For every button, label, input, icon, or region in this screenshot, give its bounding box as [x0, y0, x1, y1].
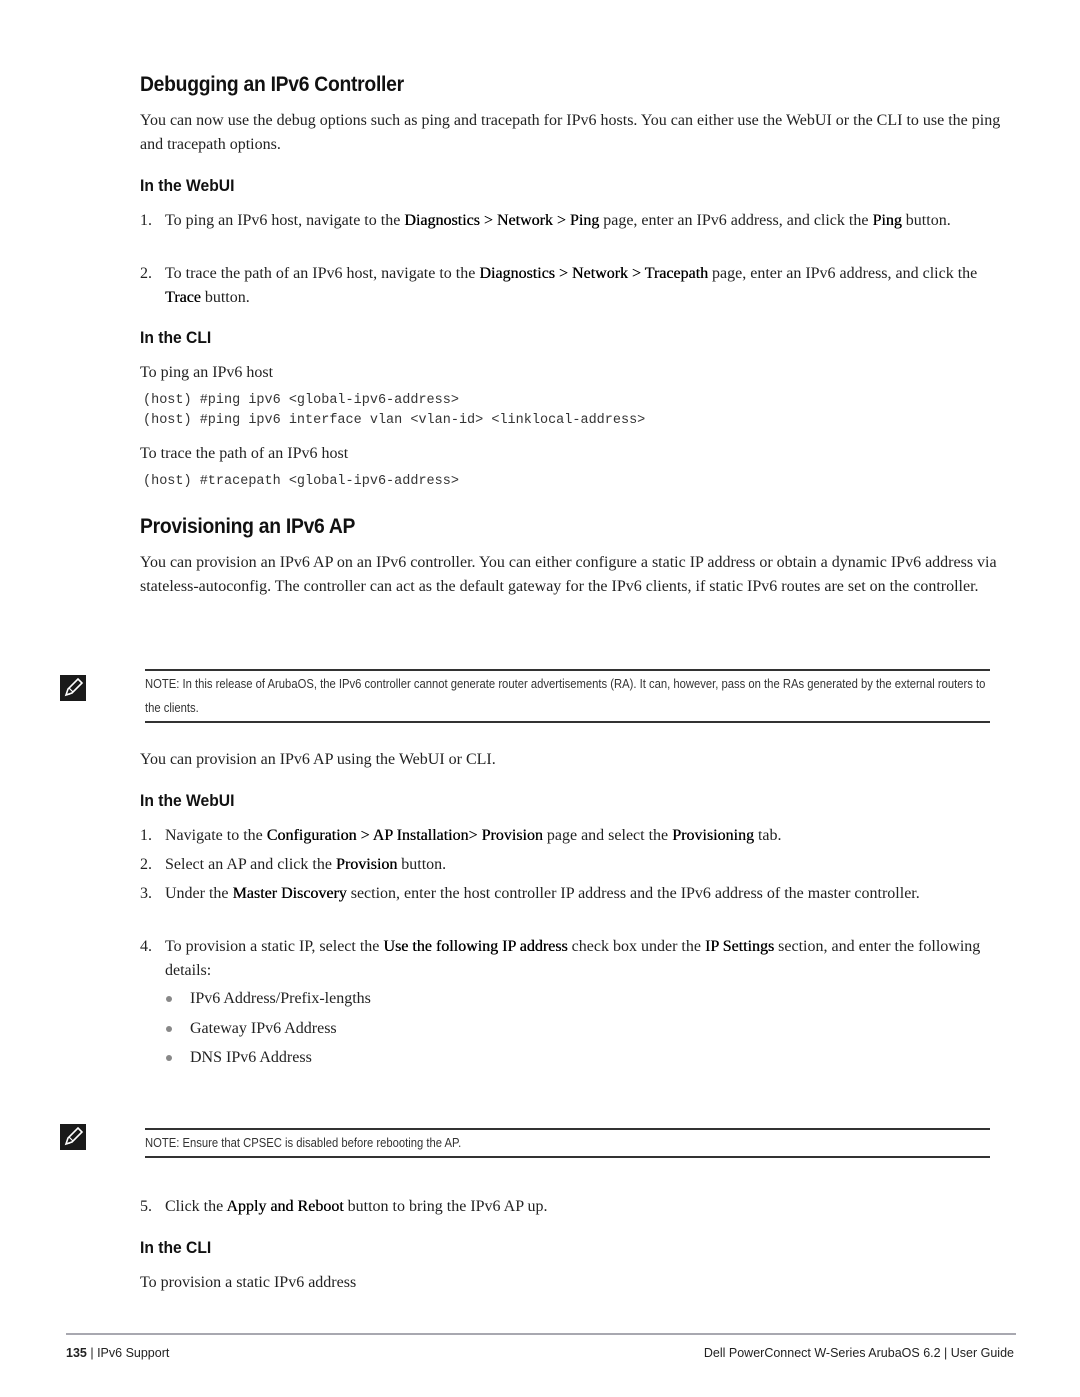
note-text: NOTE: Ensure that CPSEC is disabled befo…	[145, 1136, 462, 1150]
note-box-cpsec: NOTE: Ensure that CPSEC is disabled befo…	[145, 1128, 990, 1158]
subheading-cli-debug: In the CLI	[140, 328, 212, 347]
step-text: To trace the path of an IPv6 host, navig…	[165, 265, 480, 282]
step-number: 1.	[140, 827, 152, 844]
bullet-icon	[166, 996, 172, 1002]
static-address-label: To provision a static IPv6 address	[140, 1274, 357, 1291]
bullet-icon	[166, 1026, 172, 1032]
document-page: Debugging an IPv6 Controller You can now…	[0, 0, 1080, 1397]
subheading-cli-provision: In the CLI	[140, 1238, 212, 1257]
step-text: button.	[901, 212, 951, 229]
ui-path: Configuration > AP Installation> Provisi…	[266, 827, 543, 844]
step-number: 2.	[140, 856, 152, 873]
bullet-text: Gateway IPv6 Address	[190, 1020, 337, 1037]
note-text: NOTE: In this release of ArubaOS, the IP…	[145, 677, 986, 715]
ui-button-name: Trace	[165, 289, 201, 306]
ui-tab-name: Provisioning	[672, 827, 754, 844]
step-text: To provision a static IP, select the	[165, 938, 384, 955]
step-text: tab.	[753, 827, 782, 844]
list-item: 3. Under the Master Discovery section, e…	[140, 882, 1010, 906]
list-item: 4. To provision a static IP, select the …	[140, 935, 1010, 983]
list-item: 2. To trace the path of an IPv6 host, na…	[140, 262, 1010, 310]
chapter-name: IPv6 Support	[97, 1346, 170, 1360]
step-number: 4.	[140, 938, 152, 955]
bullet-text: IPv6 Address/Prefix-lengths	[190, 990, 371, 1007]
list-item: 1. Navigate to the Configuration > AP In…	[140, 824, 1010, 848]
debugging-intro: You can now use the debug options such a…	[140, 112, 1001, 153]
step-text: button.	[397, 856, 447, 873]
ui-button-name: Apply and Reboot	[226, 1198, 344, 1215]
code-line: (host) #ping ipv6 interface vlan <vlan-i…	[143, 413, 646, 428]
ui-button-name: Provision	[335, 856, 398, 873]
step-number: 3.	[140, 885, 152, 902]
list-item: 5. Click the Apply and Reboot button to …	[140, 1195, 1010, 1219]
subheading-webui-provision: In the WebUI	[140, 791, 235, 810]
bullet-item: DNS IPv6 Address	[166, 1046, 312, 1070]
step-number: 1.	[140, 212, 152, 229]
step-number: 2.	[140, 265, 152, 282]
provisioning-intro: You can provision an IPv6 AP on an IPv6 …	[140, 554, 997, 595]
section-title-debugging: Debugging an IPv6 Controller	[140, 73, 404, 96]
footer-left: 135 | IPv6 Support	[66, 1346, 169, 1360]
ui-checkbox-name: Use the following IP address	[383, 938, 568, 955]
code-line: (host) #ping ipv6 <global-ipv6-address>	[143, 393, 459, 408]
step-text: button.	[200, 289, 250, 306]
step-text: Navigate to the	[165, 827, 267, 844]
ui-path: Diagnostics > Network > Tracepath	[479, 265, 709, 282]
bullet-icon	[166, 1055, 172, 1061]
step-text: Click the	[165, 1198, 227, 1215]
step-text: button to bring the IPv6 AP up.	[343, 1198, 548, 1215]
step-text: Under the	[165, 885, 233, 902]
ui-button-name: Ping	[872, 212, 902, 229]
provision-methods-text: You can provision an IPv6 AP using the W…	[140, 751, 496, 768]
list-item: 1. To ping an IPv6 host, navigate to the…	[140, 209, 1010, 233]
step-number: 5.	[140, 1198, 152, 1215]
step-text: Select an AP and click the	[165, 856, 336, 873]
ui-path: Diagnostics > Network > Ping	[404, 212, 600, 229]
bullet-item: IPv6 Address/Prefix-lengths	[166, 987, 371, 1011]
step-text: To ping an IPv6 host, navigate to the	[165, 212, 405, 229]
section-title-provisioning: Provisioning an IPv6 AP	[140, 515, 356, 538]
page-number: 135	[66, 1346, 87, 1360]
ui-section-name: IP Settings	[704, 938, 775, 955]
list-item: 2. Select an AP and click the Provision …	[140, 853, 1010, 877]
step-text: page, enter an IPv6 address, and click t…	[708, 265, 978, 282]
step-text: section, enter the host controller IP ad…	[346, 885, 920, 902]
guide-title: Dell PowerConnect W-Series ArubaOS 6.2 |…	[703, 1346, 1014, 1360]
note-box-ra: NOTE: In this release of ArubaOS, the IP…	[145, 669, 990, 723]
trace-label: To trace the path of an IPv6 host	[140, 445, 349, 462]
bullet-item: Gateway IPv6 Address	[166, 1017, 337, 1041]
step-text: check box under the	[567, 938, 705, 955]
footer-divider	[66, 1333, 1016, 1335]
bullet-text: DNS IPv6 Address	[190, 1049, 312, 1066]
step-text: page, enter an IPv6 address, and click t…	[599, 212, 873, 229]
note-pencil-icon	[60, 1124, 86, 1150]
step-text: page and select the	[542, 827, 673, 844]
note-pencil-icon	[60, 675, 86, 701]
code-line: (host) #tracepath <global-ipv6-address>	[143, 474, 459, 489]
ping-label: To ping an IPv6 host	[140, 364, 274, 381]
ui-section-name: Master Discovery	[232, 885, 347, 902]
subheading-webui-debug: In the WebUI	[140, 176, 235, 195]
